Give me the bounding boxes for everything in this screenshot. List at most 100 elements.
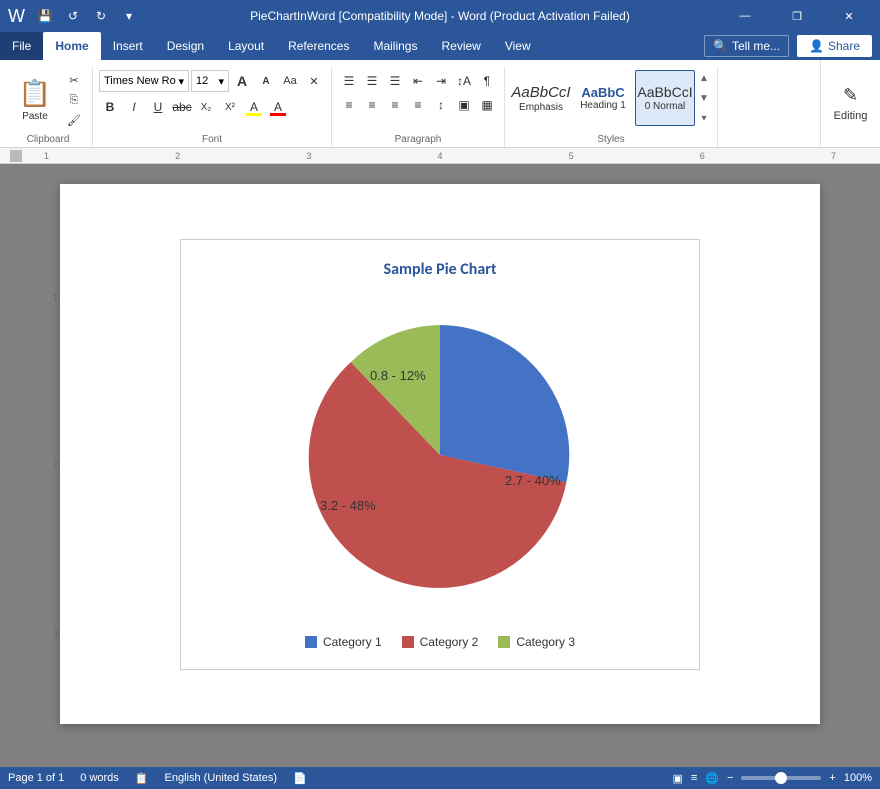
ribbon-content: 📋 Paste ✂ ⎘ 🖌 Clipboard Times N (0, 64, 880, 147)
editing-panel[interactable]: ✎ Editing (820, 60, 880, 147)
word-logo-icon: W (8, 6, 25, 27)
shrink-font-button[interactable]: A (255, 70, 277, 92)
font-name-value: Times New Ro (104, 75, 176, 87)
clipboard-label: Clipboard (10, 132, 86, 147)
highlight-color-button[interactable]: A (243, 96, 265, 118)
styles-expand[interactable]: ▾ (697, 108, 711, 128)
legend-label-cat3: Category 3 (516, 635, 575, 649)
redo-button[interactable]: ↻ (89, 4, 113, 28)
justify-button[interactable]: ≡ (407, 94, 429, 116)
strikethrough-button[interactable]: abc (171, 96, 193, 118)
font-size-value: 12 (196, 75, 208, 87)
tab-file[interactable]: File (0, 32, 43, 60)
ribbon-tab-row: File Home Insert Design Layout Reference… (0, 32, 880, 60)
decrease-indent-button[interactable]: ⇤ (407, 70, 429, 92)
paste-icon: 📋 (19, 78, 51, 109)
style-heading1[interactable]: AaBbC Heading 1 (573, 70, 633, 126)
clipboard-secondary: ✂ ⎘ 🖌 (62, 71, 86, 129)
minimize-button[interactable]: — (722, 0, 768, 32)
share-button[interactable]: 👤 Share (797, 35, 872, 57)
superscript-button[interactable]: X² (219, 96, 241, 118)
label-cat3: 0.8 - 12% (370, 368, 426, 383)
zoom-out-icon[interactable]: − (727, 772, 733, 784)
proofing-icon[interactable]: 📋 (135, 772, 149, 785)
style-normal-label: 0 Normal (645, 101, 686, 112)
style-emphasis[interactable]: AaBbCcI Emphasis (511, 70, 571, 126)
clear-formatting-button[interactable]: ✕ (303, 70, 325, 92)
font-row1: Times New Ro ▾ 12 ▾ A A Aa ✕ (99, 70, 325, 92)
legend-item-cat3: Category 3 (498, 635, 575, 649)
style-emphasis-preview: AaBbCcI (511, 84, 570, 102)
styles-scroll-up[interactable]: ▲ (697, 68, 711, 88)
status-bar: Page 1 of 1 0 words 📋 English (United St… (0, 767, 880, 789)
tab-view[interactable]: View (493, 32, 543, 60)
copy-button[interactable]: ⎘ (62, 91, 86, 109)
chart-container[interactable]: Sample Pie Chart (180, 239, 700, 670)
align-right-button[interactable]: ≡ (384, 94, 406, 116)
app-window: W 💾 ↺ ↻ ▾ PieChartInWord [Compatibility … (0, 0, 880, 789)
document-area[interactable]: 123 Sample Pie Chart (0, 164, 880, 767)
paste-button[interactable]: 📋 Paste (10, 72, 60, 128)
editing-icon: ✎ (843, 85, 858, 106)
tab-mailings[interactable]: Mailings (361, 32, 429, 60)
align-left-button[interactable]: ≡ (338, 94, 360, 116)
layout-web-view-icon[interactable]: 🌐 (705, 772, 719, 785)
paragraph-label: Paragraph (338, 132, 498, 147)
share-label: Share (828, 39, 860, 53)
font-size-select[interactable]: 12 ▾ (191, 70, 229, 92)
align-center-button[interactable]: ≡ (361, 94, 383, 116)
font-name-select[interactable]: Times New Ro ▾ (99, 70, 189, 92)
macro-icon[interactable]: 📄 (293, 772, 307, 785)
undo-button[interactable]: ↺ (61, 4, 85, 28)
style-emphasis-label: Emphasis (519, 102, 563, 113)
line-spacing-button[interactable]: ↕ (430, 94, 452, 116)
grow-font-button[interactable]: A (231, 70, 253, 92)
tab-references[interactable]: References (276, 32, 361, 60)
maximize-button[interactable]: ❐ (774, 0, 820, 32)
zoom-slider[interactable] (741, 776, 821, 780)
font-color-button[interactable]: A (267, 96, 289, 118)
increase-indent-button[interactable]: ⇥ (430, 70, 452, 92)
styles-scroll-down[interactable]: ▼ (697, 88, 711, 108)
close-button[interactable]: ✕ (826, 0, 872, 32)
show-hide-button[interactable]: ¶ (476, 70, 498, 92)
bullets-button[interactable]: ☰ (338, 70, 360, 92)
borders-button[interactable]: ▦ (476, 94, 498, 116)
multilevel-list-button[interactable]: ☰ (384, 70, 406, 92)
font-group: Times New Ro ▾ 12 ▾ A A Aa ✕ B (93, 68, 332, 147)
change-case-button[interactable]: Aa (279, 70, 301, 92)
tab-review[interactable]: Review (429, 32, 492, 60)
tell-me-input[interactable]: 🔍 Tell me... (704, 35, 789, 57)
tab-insert[interactable]: Insert (101, 32, 155, 60)
search-icon: 🔍 (713, 39, 728, 53)
subscript-button[interactable]: X₂ (195, 96, 217, 118)
sort-button[interactable]: ↕A (453, 70, 475, 92)
numbering-button[interactable]: ☰ (361, 70, 383, 92)
document-page[interactable]: Sample Pie Chart (60, 184, 820, 724)
customize-quick-access-button[interactable]: ▾ (117, 4, 141, 28)
clipboard-group: 📋 Paste ✂ ⎘ 🖌 Clipboard (4, 68, 93, 147)
language[interactable]: English (United States) (165, 772, 278, 784)
zoom-in-icon[interactable]: + (829, 772, 835, 784)
layout-read-view-icon[interactable]: ≡ (691, 772, 697, 784)
share-icon: 👤 (809, 39, 824, 53)
format-painter-button[interactable]: 🖌 (62, 111, 86, 129)
cut-button[interactable]: ✂ (62, 71, 86, 89)
font-row2: B I U abc X₂ X² A A (99, 96, 325, 118)
tab-design[interactable]: Design (155, 32, 216, 60)
underline-button[interactable]: U (147, 96, 169, 118)
chart-area: 2.7 - 40% 3.2 - 48% 0.8 - 12% (280, 295, 600, 615)
bold-button[interactable]: B (99, 96, 121, 118)
legend-color-cat2 (402, 636, 414, 648)
tab-home[interactable]: Home (43, 32, 100, 60)
shading-button[interactable]: ▣ (453, 94, 475, 116)
document-title: PieChartInWord [Compatibility Mode] - Wo… (250, 9, 630, 23)
italic-button[interactable]: I (123, 96, 145, 118)
style-normal[interactable]: AaBbCcI 0 Normal (635, 70, 695, 126)
tab-layout[interactable]: Layout (216, 32, 276, 60)
layout-print-view-icon[interactable]: ▣ (672, 772, 682, 785)
legend-item-cat2: Category 2 (402, 635, 479, 649)
label-cat2: 3.2 - 48% (320, 498, 376, 513)
save-button[interactable]: 💾 (33, 4, 57, 28)
ruler-indent-marker[interactable] (10, 150, 22, 162)
